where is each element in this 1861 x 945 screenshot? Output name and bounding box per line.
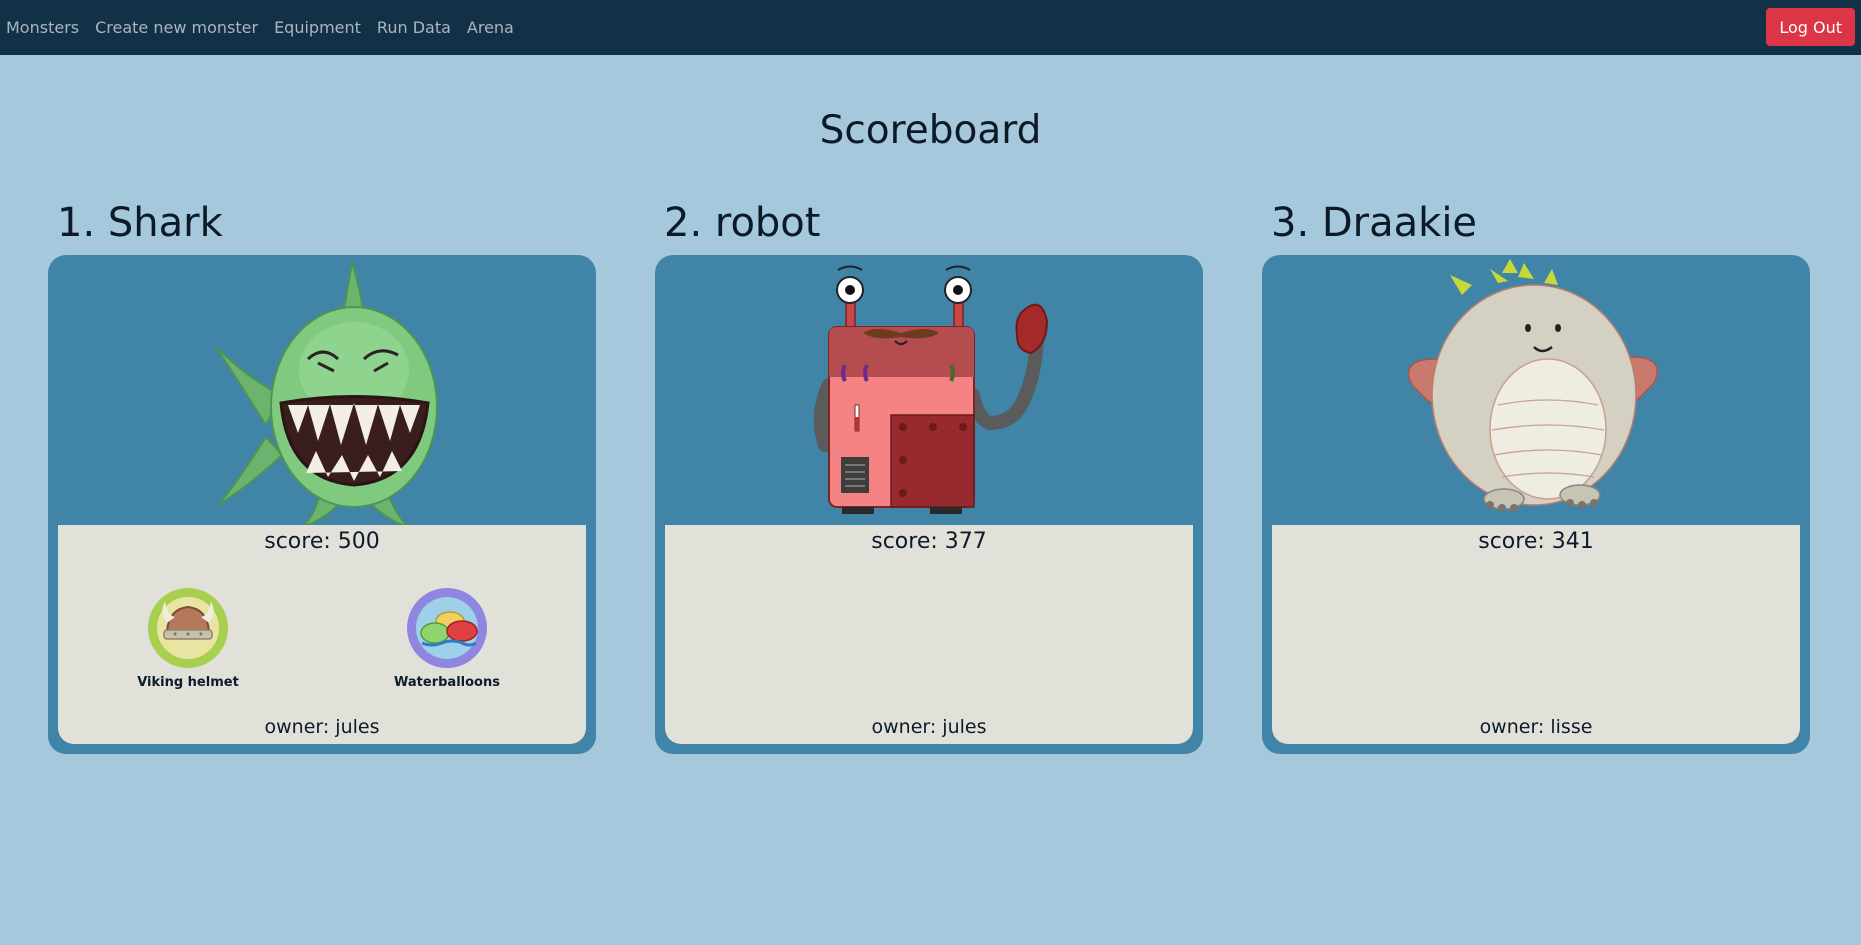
equipment-list: Viking helmet Waterballoons: [58, 587, 586, 697]
scoreboard-entry-1: 1. Shark score: 500 Viking helmet Waterb…: [48, 195, 596, 754]
nav-link-arena[interactable]: Arena: [467, 18, 514, 37]
scoreboard-entry-2: 2. robot score: 377 owner: jules: [655, 195, 1203, 754]
nav-links: Monsters Create new monster Equipment Ru…: [0, 18, 530, 37]
rank-title: 2. robot: [664, 200, 821, 246]
monster-score: score: 500: [264, 529, 380, 554]
monster-card[interactable]: score: 341 owner: lisse: [1262, 255, 1810, 754]
nav-link-monsters[interactable]: Monsters: [6, 18, 79, 37]
monster-info-panel: score: 341 owner: lisse: [1272, 525, 1800, 744]
monster-card[interactable]: score: 377 owner: jules: [655, 255, 1203, 754]
equipment-name: Viking helmet: [137, 675, 239, 690]
monster-score: score: 341: [1478, 529, 1594, 554]
equipment-name: Waterballoons: [394, 675, 500, 690]
equipment-item[interactable]: Viking helmet: [118, 587, 258, 690]
monster-info-panel: score: 500 Viking helmet Waterballoons o…: [58, 525, 586, 744]
rank-title: 3. Draakie: [1271, 200, 1478, 246]
page-title: Scoreboard: [819, 108, 1042, 153]
navbar: Monsters Create new monster Equipment Ru…: [0, 0, 1861, 55]
monster-owner: owner: jules: [871, 716, 987, 738]
nav-link-equipment[interactable]: Equipment: [274, 18, 361, 37]
shark-monster-image: [215, 259, 438, 525]
monster-owner: owner: jules: [264, 716, 380, 738]
nav-link-create-new-monster[interactable]: Create new monster: [95, 18, 258, 37]
viking-helmet-icon: [148, 588, 228, 668]
monster-info-panel: score: 377 owner: jules: [665, 525, 1193, 744]
nav-link-run-data[interactable]: Run Data: [377, 18, 451, 37]
rank-title: 1. Shark: [57, 200, 223, 246]
monster-card[interactable]: score: 500 Viking helmet Waterballoons o…: [48, 255, 596, 754]
monster-score: score: 377: [871, 529, 987, 554]
robot-monster-image: [813, 265, 1049, 514]
equipment-item[interactable]: Waterballoons: [377, 587, 517, 690]
scoreboard-entry-3: 3. Draakie score: 341 owner: lisse: [1262, 195, 1810, 754]
monster-owner: owner: lisse: [1479, 716, 1593, 738]
dragon-monster-image: [1407, 259, 1659, 512]
waterballoons-icon: [407, 588, 487, 668]
logout-button[interactable]: Log Out: [1766, 8, 1855, 46]
